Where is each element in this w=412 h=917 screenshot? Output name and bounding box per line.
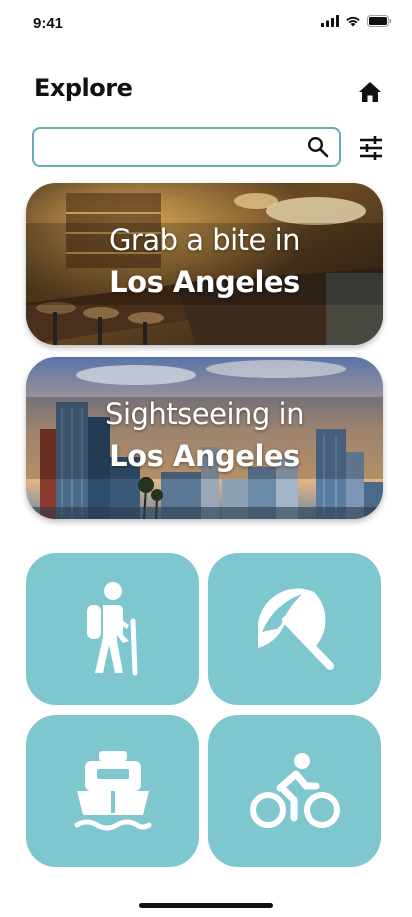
status-bar: 9:41 [0, 0, 412, 48]
card-title-line1: Sightseeing in [105, 397, 304, 431]
status-time: 9:41 [33, 15, 64, 32]
status-icons [321, 15, 392, 27]
home-icon [359, 82, 381, 102]
beach-umbrella-icon [257, 588, 334, 670]
cycling-icon [249, 753, 340, 828]
beach-tile[interactable] [208, 553, 381, 705]
filter-sliders-icon[interactable] [358, 136, 384, 160]
hiking-tile[interactable] [26, 553, 199, 705]
page-title: Explore [34, 74, 133, 102]
cycling-tile[interactable] [208, 715, 381, 867]
search-icon[interactable] [307, 136, 329, 158]
card-title-line2: Los Angeles [109, 439, 300, 473]
search-box[interactable] [32, 127, 341, 167]
home-button[interactable] [356, 78, 384, 106]
ferry-boat-icon [74, 751, 151, 831]
wifi-icon [346, 16, 360, 27]
hiking-icon [86, 582, 137, 676]
sightseeing-card[interactable]: Sightseeing in Los Angeles [26, 357, 383, 519]
search-input[interactable] [42, 135, 302, 159]
boat-tile[interactable] [26, 715, 199, 867]
battery-icon [367, 15, 392, 27]
food-card[interactable]: Grab a bite in Los Angeles [26, 183, 383, 345]
cellular-signal-icon [321, 15, 339, 27]
card-title-line2: Los Angeles [109, 265, 300, 299]
home-indicator[interactable] [139, 903, 273, 908]
card-title-line1: Grab a bite in [108, 223, 301, 257]
